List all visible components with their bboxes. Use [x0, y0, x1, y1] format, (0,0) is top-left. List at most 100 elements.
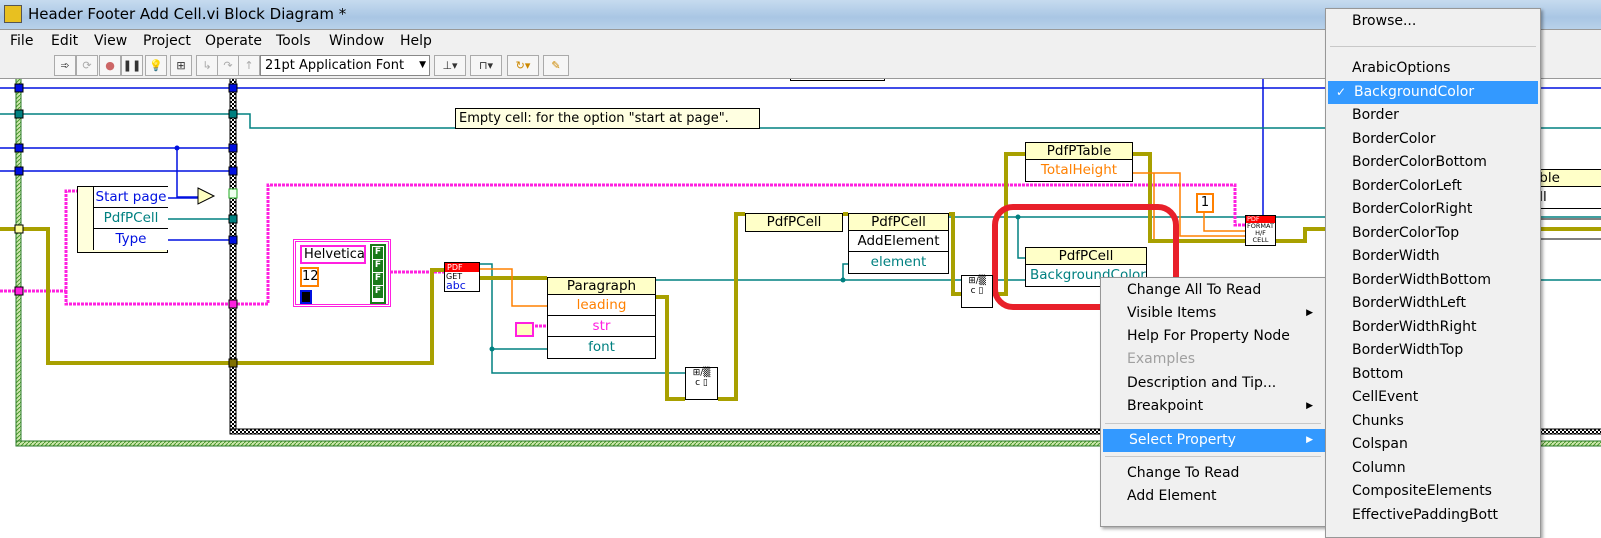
font-dropdown[interactable]: 21pt Application Font ▼: [260, 55, 430, 76]
menu-file[interactable]: File: [10, 33, 33, 49]
node-title: PdfPCell: [1026, 248, 1146, 265]
flag-constant: F: [373, 273, 383, 285]
pdfptable-property-node[interactable]: PdfPTable TotalHeight: [1025, 142, 1133, 182]
menu-item-label: Add Element: [1127, 488, 1217, 504]
to-more-generic-class-node[interactable]: ⊞/▒ c ▯: [685, 367, 718, 400]
menu-item-label: Change All To Read: [1127, 282, 1262, 298]
menu-visible-items[interactable]: Visible Items ▶: [1101, 302, 1325, 325]
property-submenu: Browse... ArabicOptions ✓ BackgroundColor B…: [1325, 8, 1541, 538]
menu-window[interactable]: Window: [329, 33, 384, 49]
property-item-bordercolor[interactable]: BorderColor: [1326, 128, 1540, 151]
menu-item-label: BorderColorLeft: [1352, 177, 1462, 194]
property-item-column[interactable]: Column: [1326, 457, 1540, 480]
property-item-colspan[interactable]: Colspan: [1326, 433, 1540, 456]
align-icon[interactable]: ⊥▾: [434, 55, 466, 76]
menu-browse[interactable]: Browse...: [1326, 10, 1540, 33]
property-item-bordercolortop[interactable]: BorderColorTop: [1326, 222, 1540, 245]
property-item-effectivepaddingbott[interactable]: EffectivePaddingBott: [1326, 504, 1540, 527]
font-name-constant: Helvetica: [300, 245, 366, 264]
menu-item-label: Visible Items: [1127, 305, 1217, 321]
pdfpcell-constructor-node[interactable]: PdfPCell: [745, 213, 843, 232]
step-out-icon[interactable]: ↑: [238, 55, 260, 76]
property-item-bottom[interactable]: Bottom: [1326, 363, 1540, 386]
menu-change-all-to-read[interactable]: Change All To Read: [1101, 279, 1325, 302]
menu-item-label: Bottom: [1352, 365, 1404, 382]
menu-separator: [1330, 46, 1536, 47]
property-item-borderwidthtop[interactable]: BorderWidthTop: [1326, 339, 1540, 362]
submenu-arrow-icon: ▶: [1306, 308, 1313, 318]
numeric-constant[interactable]: 1: [1196, 193, 1214, 213]
abort-icon[interactable]: ●: [99, 55, 121, 76]
bundle-row-start-page: Start page: [94, 187, 168, 208]
property-totalheight[interactable]: TotalHeight: [1026, 160, 1132, 181]
cleanup-icon[interactable]: ✎: [543, 55, 569, 76]
format-hf-cell-subvi[interactable]: PDF FORMAT H/F CELL: [1245, 215, 1276, 246]
menu-item-label: BorderWidthTop: [1352, 342, 1464, 358]
property-item-borderwidthleft[interactable]: BorderWidthLeft: [1326, 292, 1540, 315]
menu-add-element[interactable]: Add Element: [1101, 485, 1325, 508]
step-into-icon[interactable]: ↳: [196, 55, 218, 76]
node-title: PdfPCell: [746, 214, 842, 231]
menu-item-label: BorderWidth: [1352, 248, 1440, 264]
bundle-by-name-node[interactable]: Start page PdfPCell Type: [77, 186, 168, 253]
paragraph-constructor-node[interactable]: Paragraph leading str font: [547, 277, 656, 359]
abc-label: abc: [446, 279, 466, 292]
pause-icon[interactable]: ❚❚: [121, 55, 143, 76]
menu-operate[interactable]: Operate: [205, 33, 262, 49]
property-item-chunks[interactable]: Chunks: [1326, 410, 1540, 433]
flag-constant: F: [373, 247, 383, 259]
menu-breakpoint[interactable]: Breakpoint ▶: [1101, 395, 1325, 418]
menu-item-label: Breakpoint: [1127, 398, 1204, 414]
run-continuous-icon[interactable]: ⟳: [76, 55, 98, 76]
property-item-bordercolorbottom[interactable]: BorderColorBottom: [1326, 151, 1540, 174]
menu-item-label: BorderWidthBottom: [1352, 271, 1491, 288]
step-over-icon[interactable]: ↷: [217, 55, 239, 76]
menu-item-label: BorderWidthRight: [1352, 318, 1477, 335]
highlight-execution-icon[interactable]: 💡: [145, 55, 167, 76]
flag-constant: F: [373, 260, 383, 272]
menu-item-label: BorderColor: [1352, 130, 1436, 147]
comment-note: Empty cell: for the option "start at pag…: [455, 108, 760, 129]
property-item-backgroundcolor[interactable]: ✓ BackgroundColor: [1328, 80, 1538, 104]
color-constant: [300, 290, 312, 304]
property-item-border[interactable]: Border: [1326, 104, 1540, 127]
submenu-arrow-icon: ▶: [1306, 401, 1313, 411]
node-title: Paragraph: [548, 278, 655, 295]
bundle-row-type: Type: [115, 231, 147, 247]
node-title: PdfPCell: [849, 214, 948, 231]
retain-wire-values-icon[interactable]: ⊞: [170, 55, 192, 76]
property-item-borderwidth[interactable]: BorderWidth: [1326, 245, 1540, 268]
distribute-icon[interactable]: ⊓▾: [470, 55, 502, 76]
menu-item-label: Description and Tip...: [1127, 375, 1277, 391]
string-constant[interactable]: [515, 322, 534, 337]
property-item-bordercolorright[interactable]: BorderColorRight: [1326, 198, 1540, 221]
menu-change-to-read[interactable]: Change To Read: [1101, 462, 1325, 485]
menu-item-label: Border: [1352, 107, 1399, 123]
pdfpcell-addelement-node[interactable]: PdfPCell AddElement element: [848, 213, 949, 274]
menu-view[interactable]: View: [94, 33, 127, 49]
reorder-icon[interactable]: ↻▾: [507, 55, 539, 76]
property-item-arabicoptions[interactable]: ArabicOptions: [1326, 57, 1540, 80]
run-arrow-icon[interactable]: ➾: [54, 55, 76, 76]
property-item-compositeelements[interactable]: CompositeElements: [1326, 480, 1540, 503]
menu-help-for-property-node[interactable]: Help For Property Node: [1101, 325, 1325, 348]
menu-help[interactable]: Help: [400, 33, 432, 49]
menu-select-property[interactable]: Select Property ▶: [1103, 429, 1325, 452]
property-item-borderwidthbottom[interactable]: BorderWidthBottom: [1326, 269, 1540, 292]
to-more-generic-class-node[interactable]: ⊞/▒ c ▯: [961, 275, 993, 308]
menu-edit[interactable]: Edit: [51, 33, 78, 49]
property-item-borderwidthright[interactable]: BorderWidthRight: [1326, 316, 1540, 339]
menu-examples: Examples: [1101, 348, 1325, 371]
menu-item-label: Change To Read: [1127, 465, 1240, 481]
menu-separator: [1105, 456, 1321, 457]
font-cluster-constant[interactable]: Helvetica 12 F F F F: [293, 239, 391, 307]
menu-tools[interactable]: Tools: [276, 33, 311, 49]
pdf-get-font-subvi[interactable]: PDF GET abc: [444, 262, 480, 292]
window-title: Header Footer Add Cell.vi Block Diagram …: [28, 5, 347, 23]
param-element: element: [870, 254, 927, 270]
chevron-down-icon: ▼: [419, 60, 426, 70]
property-item-cellevent[interactable]: CellEvent: [1326, 386, 1540, 409]
menu-description-and-tip[interactable]: Description and Tip...: [1101, 372, 1325, 395]
property-item-bordercolorleft[interactable]: BorderColorLeft: [1326, 175, 1540, 198]
menu-project[interactable]: Project: [143, 33, 191, 49]
